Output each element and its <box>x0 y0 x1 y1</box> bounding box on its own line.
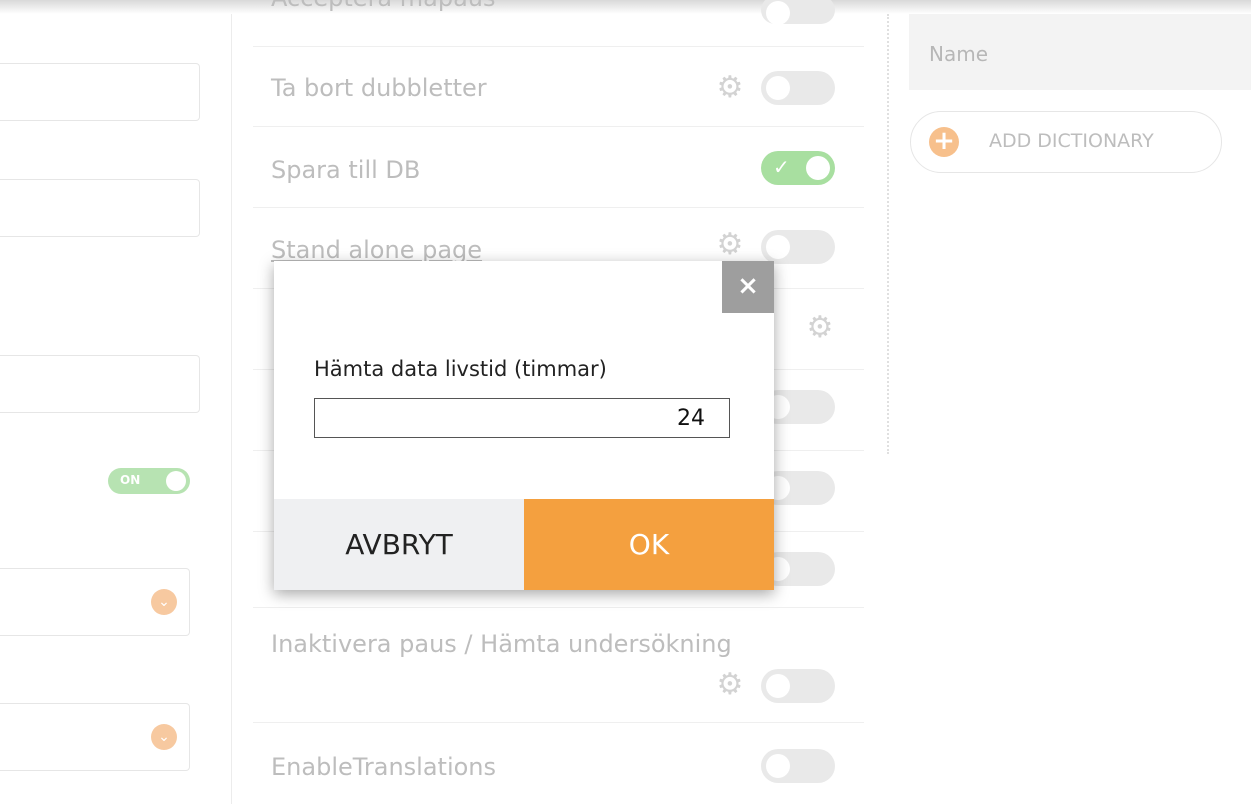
left-select-1[interactable]: ⌄ <box>0 568 190 636</box>
toggle-knob <box>806 156 830 180</box>
toggle-knob <box>766 674 790 698</box>
gear-icon[interactable]: ⚙ <box>805 313 835 343</box>
setting-row-accept-pause: Acceptera mapaus <box>253 0 864 47</box>
setting-toggle[interactable] <box>761 0 835 25</box>
setting-toggle[interactable] <box>761 669 835 703</box>
cancel-button[interactable]: AVBRYT <box>274 499 524 590</box>
setting-toggle[interactable] <box>761 230 835 264</box>
close-icon[interactable]: × <box>722 261 774 313</box>
setting-label: Acceptera mapaus <box>271 0 496 12</box>
left-select-2[interactable]: ⌄ <box>0 703 190 771</box>
dictionary-table-header: Name <box>909 14 1251 90</box>
left-divider <box>231 14 232 804</box>
setting-label: Spara till DB <box>271 156 421 184</box>
setting-label: Inaktivera paus / Hämta undersökning <box>271 630 732 658</box>
toggle-knob <box>766 235 790 259</box>
setting-toggle[interactable] <box>761 71 835 105</box>
left-text-input-2[interactable] <box>0 179 200 237</box>
setting-label: Stand alone page <box>271 236 483 264</box>
setting-label: Ta bort dubbletter <box>271 74 487 102</box>
setting-row-disable-pause: Inaktivera paus / Hämta undersökning ⚙ <box>253 608 864 723</box>
toggle-knob <box>766 754 790 778</box>
setting-row-remove-duplicates: Ta bort dubbletter ⚙ <box>253 46 864 127</box>
left-text-input-1[interactable] <box>0 63 200 121</box>
chevron-down-icon: ⌄ <box>151 589 177 615</box>
left-on-toggle[interactable]: ON <box>108 468 190 494</box>
toggle-knob <box>166 471 186 491</box>
setting-toggle[interactable]: ✓ <box>761 151 835 185</box>
gear-icon[interactable]: ⚙ <box>715 230 745 260</box>
add-dictionary-button[interactable]: + ADD DICTIONARY <box>910 111 1222 173</box>
chevron-down-icon: ⌄ <box>151 724 177 750</box>
setting-row-save-db: Spara till DB ✓ <box>253 127 864 208</box>
ok-button[interactable]: OK <box>524 499 774 590</box>
lifetime-hours-input[interactable] <box>314 398 730 438</box>
on-toggle-label: ON <box>120 473 141 487</box>
lifetime-dialog: × Hämta data livstid (timmar) AVBRYT OK <box>274 261 774 590</box>
gear-icon[interactable]: ⚙ <box>715 73 745 103</box>
toggle-knob <box>766 1 790 25</box>
setting-row-enable-translations: EnableTranslations <box>253 723 864 804</box>
toggle-knob <box>766 76 790 100</box>
lifetime-field-label: Hämta data livstid (timmar) <box>314 357 607 381</box>
left-text-input-3[interactable] <box>0 355 200 413</box>
add-dictionary-label: ADD DICTIONARY <box>989 130 1154 152</box>
plus-icon: + <box>929 127 959 157</box>
panel-divider <box>887 14 889 454</box>
gear-icon[interactable]: ⚙ <box>715 670 745 700</box>
setting-toggle[interactable] <box>761 749 835 783</box>
setting-label: EnableTranslations <box>271 753 497 781</box>
check-icon: ✓ <box>773 155 790 179</box>
column-header-name: Name <box>929 42 989 66</box>
